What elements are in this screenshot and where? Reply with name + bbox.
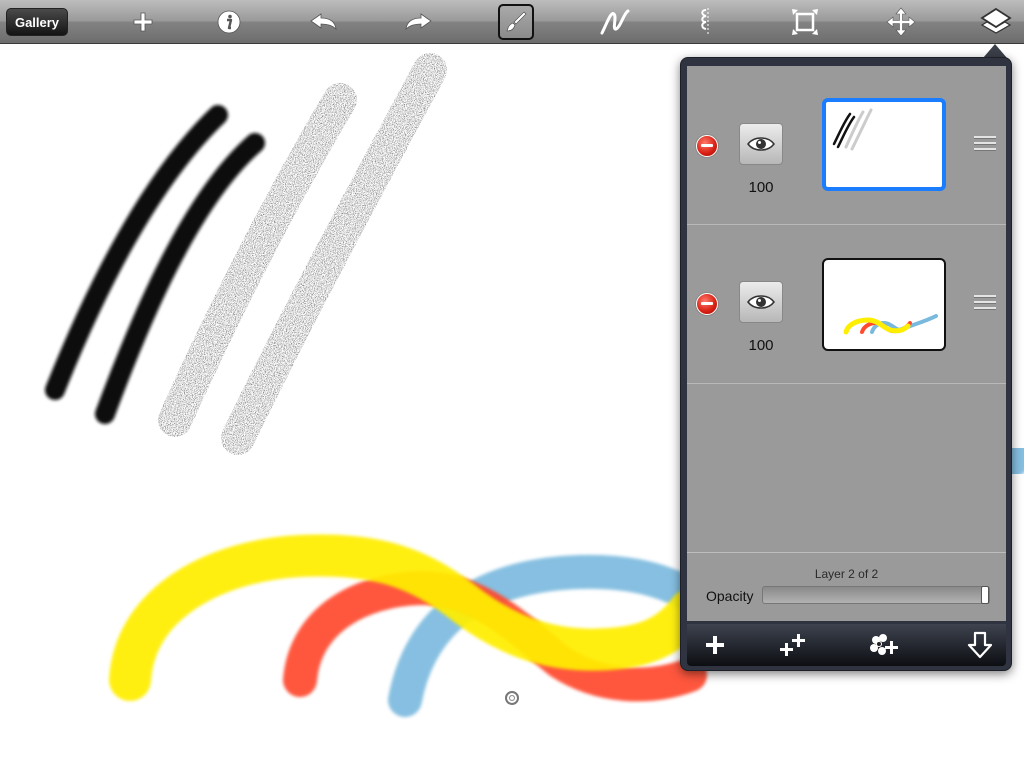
merge-down-icon[interactable]	[963, 629, 997, 661]
drag-handle-icon[interactable]	[974, 295, 996, 313]
smudge-icon[interactable]	[597, 4, 633, 40]
import-photo-icon[interactable]	[867, 629, 901, 661]
opacity-slider[interactable]	[762, 586, 990, 604]
layers-list: 100 100 Layer 2 of 2 Opacity	[687, 66, 1006, 621]
eraser-icon[interactable]	[688, 4, 724, 40]
transform-icon[interactable]	[787, 4, 823, 40]
layer-row[interactable]: 100	[687, 225, 1006, 384]
duplicate-layer-icon[interactable]	[777, 629, 811, 661]
drag-handle-icon[interactable]	[974, 136, 996, 154]
delete-layer-icon[interactable]	[696, 293, 718, 315]
opacity-label: Opacity	[706, 588, 754, 604]
visibility-eye-icon[interactable]	[739, 281, 783, 323]
layers-icon[interactable]	[978, 4, 1014, 40]
brush-icon[interactable]	[498, 4, 534, 40]
opacity-section: Layer 2 of 2 Opacity	[687, 552, 1006, 622]
brush-cursor-icon	[505, 691, 519, 705]
visibility-eye-icon[interactable]	[739, 123, 783, 165]
redo-icon[interactable]	[400, 4, 436, 40]
add-layer-icon[interactable]	[698, 629, 732, 661]
layer-row[interactable]: 100	[687, 66, 1006, 225]
layer-thumbnail[interactable]	[822, 98, 946, 191]
gallery-button[interactable]: Gallery	[6, 8, 68, 36]
opacity-slider-thumb[interactable]	[981, 586, 989, 604]
toolbar: Gallery	[0, 0, 1024, 44]
delete-layer-icon[interactable]	[696, 135, 718, 157]
info-icon[interactable]	[211, 4, 247, 40]
undo-icon[interactable]	[306, 4, 342, 40]
add-icon[interactable]	[125, 4, 161, 40]
layer-opacity-value: 100	[748, 337, 774, 354]
move-icon[interactable]	[883, 4, 919, 40]
layers-panel: 100 100 Layer 2 of 2 Opacity	[680, 57, 1012, 671]
layer-thumbnail[interactable]	[822, 258, 946, 351]
layer-opacity-value: 100	[748, 179, 774, 196]
layers-footer	[687, 624, 1006, 666]
panel-pointer	[983, 44, 1007, 58]
layer-count-label: Layer 2 of 2	[814, 567, 879, 581]
